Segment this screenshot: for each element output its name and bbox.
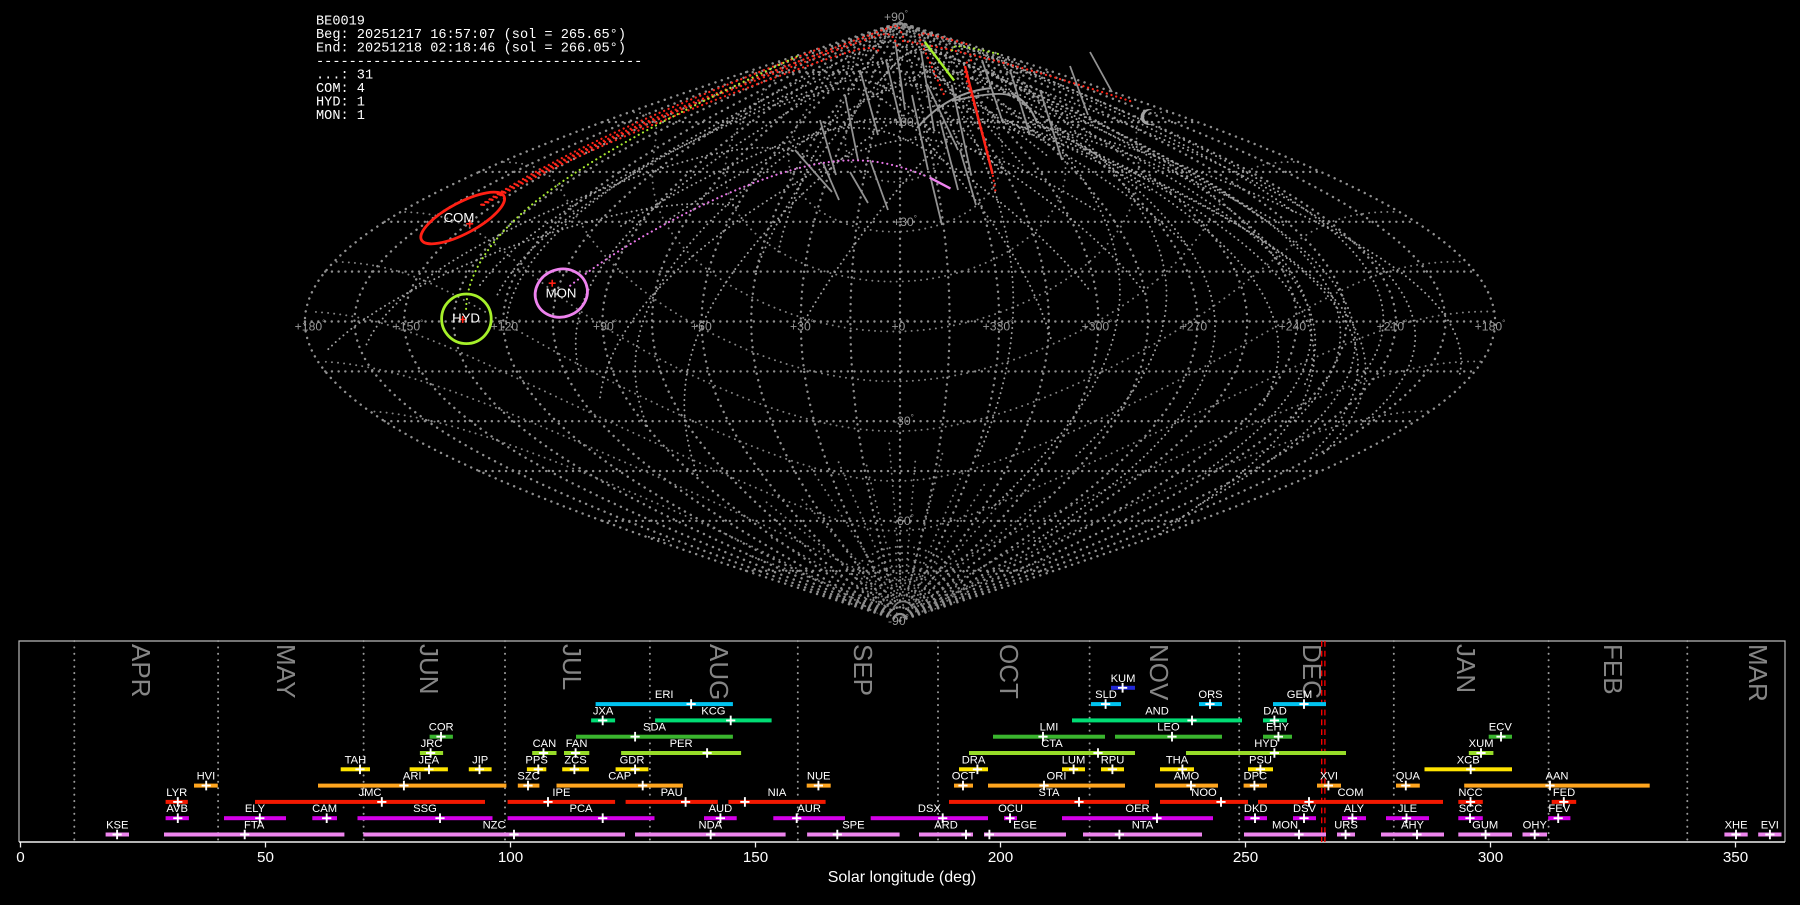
svg-text:COM: COM — [1337, 787, 1363, 799]
svg-text:350: 350 — [1723, 849, 1748, 866]
svg-text:+330°: +330° — [983, 319, 1014, 334]
svg-text:50: 50 — [257, 849, 274, 866]
svg-text:MON: MON — [1272, 820, 1298, 832]
svg-text:AND: AND — [1145, 705, 1169, 717]
svg-text:NOO: NOO — [1191, 787, 1217, 799]
svg-text:SPE: SPE — [842, 820, 864, 832]
svg-text:SSG: SSG — [413, 803, 437, 815]
svg-text:+210°: +210° — [1377, 319, 1408, 334]
svg-text:ELY: ELY — [245, 803, 266, 815]
svg-text:ORI: ORI — [1047, 771, 1067, 783]
svg-text:ARI: ARI — [403, 771, 422, 783]
svg-text:NTA: NTA — [1132, 820, 1154, 832]
svg-text:200: 200 — [988, 849, 1013, 866]
svg-text:250: 250 — [1233, 849, 1258, 866]
svg-text:+240°: +240° — [1279, 319, 1310, 334]
svg-text:QUA: QUA — [1396, 771, 1421, 783]
svg-text:ARD: ARD — [934, 820, 958, 832]
svg-text:CAP: CAP — [608, 771, 631, 783]
svg-text:DSX: DSX — [918, 803, 942, 815]
svg-text:PAU: PAU — [661, 787, 683, 799]
svg-text:JUL: JUL — [557, 644, 587, 690]
svg-text:+90°: +90° — [593, 319, 617, 334]
svg-text:EGE: EGE — [1013, 820, 1037, 832]
svg-text:JLE: JLE — [1398, 803, 1417, 815]
svg-text:GEM: GEM — [1287, 689, 1312, 701]
svg-text:AMO: AMO — [1174, 771, 1200, 783]
svg-text:+300°: +300° — [1082, 319, 1113, 334]
svg-text:MON: MON — [546, 286, 577, 301]
svg-text:ALY: ALY — [1344, 803, 1365, 815]
svg-text:+150°: +150° — [393, 319, 424, 334]
svg-text:AAN: AAN — [1545, 771, 1568, 783]
svg-text:CTA: CTA — [1041, 738, 1063, 750]
svg-text:+180°: +180° — [1475, 319, 1506, 334]
svg-text:IPE: IPE — [552, 787, 570, 799]
svg-text:300: 300 — [1478, 849, 1503, 866]
svg-text:+30°: +30° — [790, 319, 814, 334]
svg-text:OCT: OCT — [994, 644, 1024, 699]
svg-text:APR: APR — [126, 644, 156, 697]
svg-text:MON: 1: MON: 1 — [316, 109, 365, 124]
svg-text:SDA: SDA — [643, 722, 667, 734]
svg-text:XCB: XCB — [1457, 754, 1480, 766]
svg-text:CAM: CAM — [312, 803, 337, 815]
svg-text:+30°: +30° — [893, 214, 917, 229]
svg-text:FAN: FAN — [566, 738, 588, 750]
svg-text:NIA: NIA — [768, 787, 787, 799]
svg-text:+90°: +90° — [884, 9, 908, 24]
svg-text:PER: PER — [670, 738, 693, 750]
svg-text:NOV: NOV — [1144, 644, 1174, 701]
svg-text:OER: OER — [1125, 803, 1149, 815]
svg-text:Solar longitude (deg): Solar longitude (deg) — [828, 869, 977, 886]
svg-text:NZC: NZC — [483, 820, 506, 832]
svg-text:TAH: TAH — [345, 754, 367, 766]
svg-text:FEV: FEV — [1548, 803, 1570, 815]
svg-text:MAY: MAY — [271, 644, 301, 698]
svg-text:AHY: AHY — [1401, 820, 1425, 832]
svg-text:+180°: +180° — [295, 319, 326, 334]
svg-text:AUG: AUG — [704, 644, 734, 700]
svg-text:LYR: LYR — [166, 787, 187, 799]
svg-text:0: 0 — [16, 849, 24, 866]
svg-text:JMC: JMC — [359, 787, 382, 799]
svg-text:PCA: PCA — [569, 803, 593, 815]
svg-text:+120°: +120° — [491, 319, 522, 334]
svg-text:GDR: GDR — [620, 754, 645, 766]
svg-text:+60°: +60° — [691, 319, 715, 334]
svg-text:HYD: HYD — [452, 311, 480, 326]
svg-text:MAR: MAR — [1743, 644, 1773, 702]
svg-text:+60°: +60° — [893, 114, 917, 129]
svg-text:DRA: DRA — [962, 754, 986, 766]
svg-text:KCG: KCG — [701, 705, 725, 717]
svg-text:JUN: JUN — [414, 644, 444, 695]
svg-text:FEB: FEB — [1598, 644, 1628, 695]
svg-text:SEP: SEP — [848, 644, 878, 696]
svg-text:100: 100 — [498, 849, 523, 866]
svg-text:STA: STA — [1039, 787, 1060, 799]
svg-text:+270°: +270° — [1180, 319, 1211, 334]
svg-text:THA: THA — [1166, 754, 1189, 766]
svg-text:JAN: JAN — [1451, 644, 1481, 693]
svg-text:FTA: FTA — [244, 820, 265, 832]
svg-text:ERI: ERI — [655, 689, 674, 701]
svg-text:150: 150 — [743, 849, 768, 866]
svg-text:AUR: AUR — [797, 803, 821, 815]
svg-text:COM: COM — [444, 210, 475, 225]
svg-text:LEO: LEO — [1157, 722, 1180, 734]
